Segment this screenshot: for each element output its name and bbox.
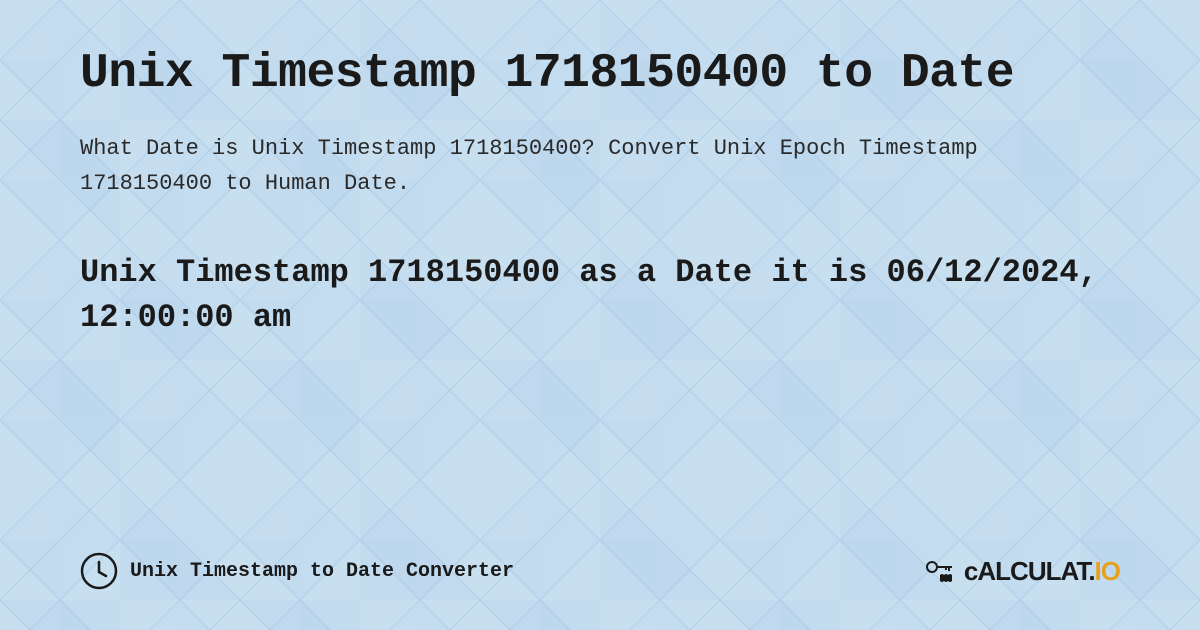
clock-icon — [80, 552, 118, 590]
calculatio-logo: cALCULAT.IO — [922, 553, 1120, 589]
page-title: Unix Timestamp 1718150400 to Date — [80, 48, 1120, 101]
page-description: What Date is Unix Timestamp 1718150400? … — [80, 131, 980, 201]
calculatio-logo-text: cALCULAT.IO — [964, 556, 1120, 587]
calculatio-logo-icon — [922, 553, 958, 589]
result-text: Unix Timestamp 1718150400 as a Date it i… — [80, 251, 1120, 341]
footer-converter-label: Unix Timestamp to Date Converter — [80, 552, 514, 590]
footer-label-text: Unix Timestamp to Date Converter — [130, 560, 514, 583]
